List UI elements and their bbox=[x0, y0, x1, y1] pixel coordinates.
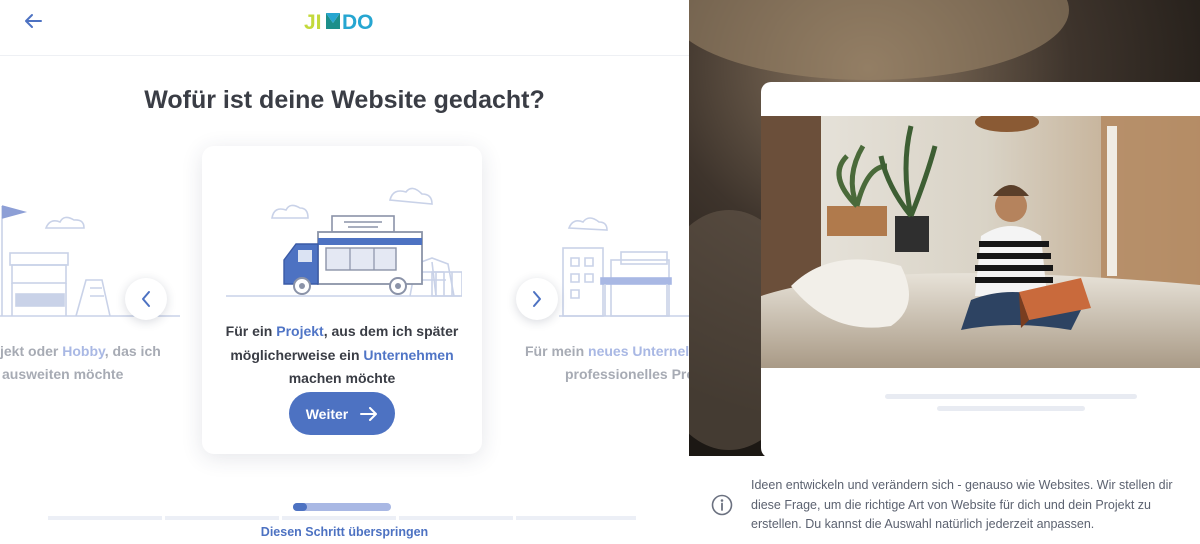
website-preview bbox=[761, 82, 1200, 458]
onboarding-screen: JI DO Wofür ist deine Website gedacht? j… bbox=[0, 0, 1200, 544]
svg-text:DO: DO bbox=[342, 11, 374, 33]
info-panel: Ideen entwickeln und verändern sich - ge… bbox=[689, 0, 1200, 544]
option-card-project[interactable]: Für ein Projekt, aus dem ich später mögl… bbox=[202, 146, 482, 454]
next-button-label: Weiter bbox=[305, 405, 349, 422]
chevron-right-icon bbox=[533, 291, 541, 307]
previous-option-button[interactable] bbox=[125, 278, 167, 320]
arrow-left-icon bbox=[25, 14, 42, 28]
skip-step-link[interactable]: Diesen Schritt überspringen bbox=[0, 525, 689, 539]
preview-text-line bbox=[885, 394, 1137, 399]
chevron-left-icon bbox=[142, 291, 150, 307]
preview-text-line bbox=[937, 406, 1085, 411]
top-bar: JI DO bbox=[0, 0, 689, 56]
food-truck-illustration bbox=[226, 187, 462, 297]
jimdo-logo: JI DO bbox=[304, 11, 374, 33]
next-button[interactable]: Weiter bbox=[289, 392, 395, 435]
back-button[interactable] bbox=[20, 8, 46, 34]
page-title: Wofür ist deine Website gedacht? bbox=[144, 86, 545, 114]
option-description: Für ein Projekt, aus dem ich später mögl… bbox=[225, 323, 459, 386]
carousel-indicator bbox=[293, 503, 391, 511]
shop-illustration bbox=[559, 217, 689, 317]
info-description: Ideen entwickeln und verändern sich - ge… bbox=[751, 478, 1173, 531]
arrow-right-icon bbox=[360, 406, 378, 421]
question-panel: JI DO Wofür ist deine Website gedacht? j… bbox=[0, 0, 689, 544]
info-icon bbox=[711, 494, 733, 516]
next-option-button[interactable] bbox=[516, 278, 558, 320]
preview-photo-person-laptop bbox=[761, 116, 1200, 368]
step-progress-bar bbox=[48, 516, 636, 520]
svg-text:JI: JI bbox=[304, 11, 322, 33]
